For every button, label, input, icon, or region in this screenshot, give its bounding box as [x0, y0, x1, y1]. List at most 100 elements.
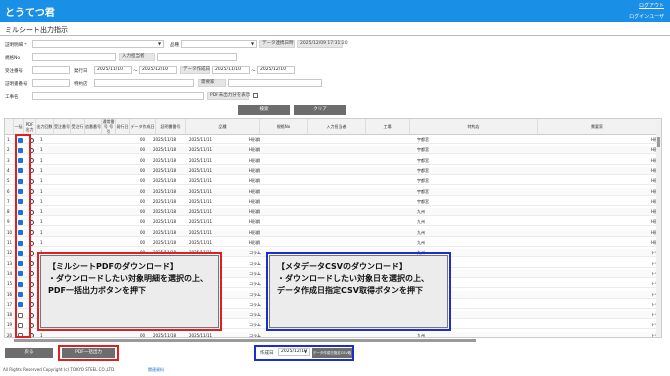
work-name-input[interactable]	[32, 92, 204, 100]
column-header: 出力回数	[36, 119, 54, 135]
data-date-cell: 2025/11/11	[189, 167, 213, 173]
factory-cell: 宇都宮	[417, 137, 429, 142]
table-row[interactable]: 101002025/11/182025/11/11H形鋼九州H形鋼	[5, 228, 661, 237]
factory-cell: 九州	[417, 229, 425, 235]
output-count: 1	[40, 209, 43, 215]
search-button[interactable]: 検索	[238, 105, 290, 115]
kind-cell: H形鋼	[249, 229, 261, 235]
pdf-note-line1: ・ダウンロードしたい対象明細を選択の上、	[48, 274, 208, 283]
csv-export-button[interactable]: データ作成日指定CSV取得	[312, 348, 352, 365]
horizontal-scrollbar[interactable]	[14, 339, 476, 342]
code-cell: 00	[140, 219, 146, 225]
table-row[interactable]: 81002025/11/182025/11/11H形鋼九州H形鋼	[5, 208, 661, 217]
table-row[interactable]: 51002025/11/182025/11/11H形鋼宇都宮H形鋼	[5, 177, 661, 186]
issue-date-cell: 2025/11/18	[153, 137, 177, 142]
csv-note-line1: ・ダウンロードしたい対象日を選択の上、	[277, 274, 429, 283]
logout-link[interactable]: ログアウト	[639, 2, 664, 9]
row-number: 15	[7, 281, 13, 287]
column-header: 追番番号	[85, 119, 102, 135]
app-title: とうてつ君	[5, 8, 55, 19]
creator-label: 入力担当者	[119, 53, 155, 61]
table-row[interactable]: 71002025/11/182025/11/11H形鋼宇都宮H形鋼	[5, 198, 661, 206]
pdf-only-checkbox[interactable]	[253, 93, 258, 98]
column-header: 規格No	[260, 119, 308, 135]
category-select[interactable]	[181, 40, 257, 48]
app-header: とうてつ君 ログアウト ログインユーザ	[0, 0, 670, 22]
data-date-cell: 2025/11/11	[189, 147, 213, 153]
creator-input[interactable]	[157, 53, 237, 61]
customer-input[interactable]	[228, 79, 322, 87]
row-number: 13	[7, 260, 13, 266]
kind-cell: H形鋼	[249, 198, 261, 204]
row-number: 9	[7, 219, 10, 225]
row-number: 10	[7, 229, 13, 235]
code-cell: 00	[140, 209, 146, 215]
table-row[interactable]: 21002025/11/182025/11/11H形鋼宇都宮H形鋼	[5, 146, 661, 155]
issue-date-cell: 2025/11/18	[153, 188, 177, 194]
table-row[interactable]: 31002025/11/182025/11/11H形鋼宇都宮H形鋼	[5, 157, 661, 165]
data-date-cell: 2025/11/11	[189, 178, 213, 184]
data-from-input[interactable]: 2025/11/10	[212, 66, 250, 74]
vertical-scroll-thumb[interactable]	[657, 137, 660, 147]
column-header: 特約店	[410, 119, 538, 135]
issue-tilde: 〜	[133, 69, 138, 74]
kind-cell: H形鋼	[249, 147, 261, 153]
table-row[interactable]: 201002025/11/182025/11/11コラム九州トウテ	[5, 331, 661, 338]
kind-cell: H形鋼	[249, 167, 261, 173]
pdf-note-title: 【ミルシートPDFのダウンロード】	[48, 262, 178, 271]
data-to-input[interactable]: 2025/12/10	[257, 66, 295, 74]
table-row[interactable]: 111002025/11/182025/11/11H形鋼九州H形鋼	[5, 239, 661, 247]
data-date-cell: 2025/11/11	[189, 219, 213, 225]
code-cell: 00	[140, 137, 146, 142]
output-count: 1	[40, 198, 43, 204]
table-row[interactable]: 11002025/11/182025/11/11H形鋼宇都宮H形鋼	[5, 136, 661, 144]
kind-cell: コラム	[249, 332, 261, 338]
output-count: 1	[40, 229, 43, 235]
factory-cell: 宇都宮	[417, 188, 429, 194]
table-row[interactable]: 41002025/11/182025/11/11H形鋼宇都宮H形鋼	[5, 166, 661, 175]
pdf-download-note: 【ミルシートPDFのダウンロード】 ・ダウンロードしたい対象明細を選択の上、 P…	[40, 255, 219, 328]
copyright-text: All Rights Reserved Copyright (c) TOKYO …	[3, 367, 116, 372]
kind-cell: コラム	[249, 301, 261, 307]
code-cell: 00	[140, 147, 146, 153]
cert-no-input[interactable]	[32, 79, 70, 87]
row-number: 12	[7, 250, 13, 256]
related-docs-link[interactable]: 関連資料	[148, 367, 164, 373]
issue-date-cell: 2025/11/18	[153, 209, 177, 215]
data-date-cell: 2025/11/11	[189, 209, 213, 215]
code-cell: 00	[140, 188, 146, 194]
checkbox-column-highlight	[15, 134, 31, 338]
factory-cell: 宇都宮	[417, 147, 429, 153]
category-label: 品種	[170, 43, 179, 48]
issue-to-input[interactable]: 2025/12/10	[139, 66, 177, 74]
row-number: 11	[7, 240, 13, 245]
kind-cell: コラム	[249, 312, 261, 318]
table-row[interactable]: 91002025/11/182025/11/11H形鋼九州H形鋼	[5, 218, 661, 227]
issue-date-cell: 2025/11/18	[153, 219, 177, 225]
code-cell: 00	[140, 198, 146, 204]
kind-select[interactable]	[32, 40, 164, 48]
clear-button[interactable]: クリア	[294, 105, 346, 115]
data-date-cell: 2025/11/11	[189, 240, 213, 245]
kind-cell: コラム	[249, 270, 261, 276]
issue-from-input[interactable]: 2025/11/10	[94, 66, 132, 74]
kind-label: 証明明細 *	[5, 43, 27, 48]
factory-cell: 宇都宮	[417, 157, 429, 163]
vertical-scrollbar[interactable]	[656, 119, 661, 337]
row-number: 14	[7, 270, 13, 276]
login-user-label: ログインユーザ	[629, 14, 664, 20]
pdf-bulk-export-button[interactable]: PDF一括出力	[62, 348, 115, 358]
table-row[interactable]: 61002025/11/182025/11/11H形鋼宇都宮H形鋼	[5, 187, 661, 196]
data-date-label: データ作成日	[180, 66, 210, 74]
kind-cell: コラム	[249, 322, 261, 328]
back-button[interactable]: 戻る	[5, 348, 53, 358]
issue-date-label: 発行日	[74, 69, 88, 74]
csv-note-title: 【メタデータCSVのダウンロード】	[277, 262, 407, 271]
spec-input[interactable]	[32, 53, 116, 61]
work-name-label: 工事名	[5, 95, 19, 100]
shop-input[interactable]	[94, 79, 194, 87]
csv-download-note: 【メタデータCSVのダウンロード】 ・ダウンロードしたい対象日を選択の上、 デー…	[269, 255, 448, 328]
order-input[interactable]	[32, 66, 70, 74]
row-number: 5	[7, 178, 10, 184]
factory-cell: 九州	[417, 209, 425, 215]
